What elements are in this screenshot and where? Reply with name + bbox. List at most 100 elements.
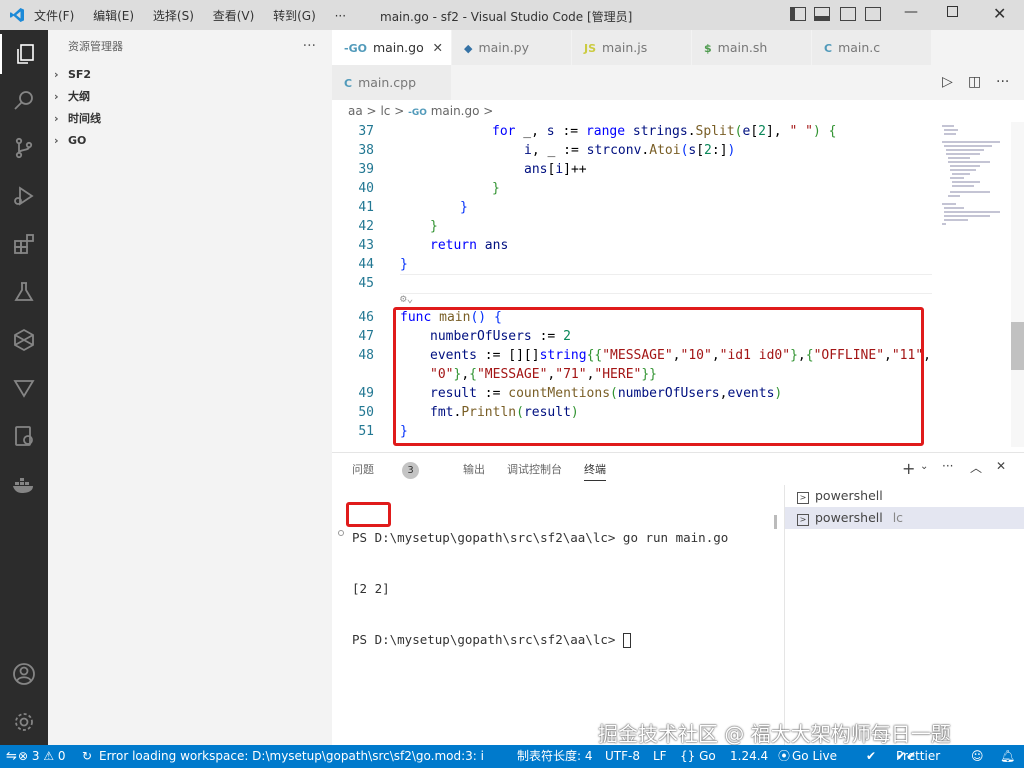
- explorer-sidebar: 资源管理器 ··· › SF2 › 大纲 › 时间线 › GO: [48, 30, 332, 745]
- python-file-icon: ◆: [464, 42, 473, 55]
- maximize-icon[interactable]: [947, 6, 958, 17]
- toggle-sidebar-icon[interactable]: [790, 7, 806, 21]
- breadcrumb-main-go[interactable]: main.go: [431, 104, 480, 118]
- run-file-icon[interactable]: ▷: [942, 74, 953, 90]
- c-file-icon: C: [824, 42, 833, 55]
- code-line: }: [400, 257, 408, 272]
- line-number: 45: [358, 276, 374, 291]
- maximize-panel-icon[interactable]: ︿: [970, 459, 982, 476]
- terminal-item[interactable]: > powershell lc: [785, 507, 1024, 529]
- window-title: main.go - sf2 - Visual Studio Code [管理员]: [380, 10, 633, 24]
- remote-indicator-icon[interactable]: ⇋: [6, 745, 17, 768]
- testing-icon[interactable]: [0, 272, 48, 312]
- terminal-line: [2 2]: [352, 581, 390, 596]
- remote-explorer-icon[interactable]: [0, 320, 48, 360]
- chevron-right-icon: ›: [54, 68, 59, 81]
- docker-icon[interactable]: [0, 464, 48, 504]
- code-lens-icon[interactable]: ⚙⌄: [400, 292, 413, 305]
- code-line: return ans: [430, 238, 509, 253]
- line-number: 47: [358, 329, 374, 344]
- remote-icon[interactable]: [0, 416, 48, 456]
- terminal-cursor: [622, 633, 631, 648]
- panel-tabs: 问题 3 输出 调试控制台 终端: [352, 461, 628, 481]
- terminal-line: PS D:\mysetup\gopath\src\sf2\aa\lc> go r…: [352, 530, 729, 545]
- editor-more-icon[interactable]: ···: [996, 74, 1009, 90]
- terminal-output[interactable]: PS D:\mysetup\gopath\src\sf2\aa\lc> go r…: [352, 495, 728, 682]
- chevron-right-icon: ›: [54, 134, 59, 147]
- toggle-secondary-sidebar-icon[interactable]: [840, 7, 856, 21]
- line-number: 43: [358, 238, 374, 253]
- settings-gear-icon[interactable]: [0, 702, 48, 742]
- gitlens-icon[interactable]: [0, 368, 48, 408]
- tab-terminal[interactable]: 终端: [584, 461, 606, 481]
- status-bar: ⇋ ⊗ 3 ⚠ 0 ↻ Error loading workspace: D:\…: [0, 745, 1024, 768]
- vscode-logo-icon: [0, 7, 34, 23]
- more-actions-icon[interactable]: ···: [303, 38, 316, 54]
- status-eol[interactable]: LF: [653, 745, 667, 768]
- terminal-scrollbar[interactable]: [774, 515, 777, 529]
- section-sf2[interactable]: › SF2: [48, 64, 332, 86]
- section-outline[interactable]: › 大纲: [48, 86, 332, 108]
- breadcrumb-lc[interactable]: lc: [380, 104, 390, 118]
- toggle-panel-icon[interactable]: [814, 7, 830, 21]
- menu-file[interactable]: 文件(F): [34, 9, 74, 23]
- status-go-version[interactable]: 1.24.4: [730, 745, 768, 768]
- close-window-icon[interactable]: ✕: [993, 4, 1006, 23]
- editor-tabs: -GO main.go ✕ ◆ main.py JS main.js $ main.sh…: [332, 30, 1024, 100]
- scrollbar-thumb[interactable]: [1011, 322, 1024, 370]
- status-language[interactable]: {} Go: [680, 745, 716, 768]
- account-icon[interactable]: [0, 654, 48, 694]
- breadcrumb-aa[interactable]: aa: [348, 104, 363, 118]
- menu-go[interactable]: 转到(G): [273, 9, 316, 23]
- customize-layout-icon[interactable]: [865, 7, 881, 21]
- tab-main-cpp[interactable]: Cmain.cpp: [332, 65, 452, 100]
- menu-edit[interactable]: 编辑(E): [93, 9, 134, 23]
- notifications-bell-icon[interactable]: 🔔︎: [1000, 745, 1015, 768]
- section-go[interactable]: › GO: [48, 130, 332, 152]
- tab-output[interactable]: 输出: [463, 461, 485, 481]
- check-icon: ✔: [866, 749, 877, 763]
- editor-scrollbar[interactable]: [1011, 122, 1024, 447]
- status-encoding[interactable]: UTF-8: [605, 745, 640, 768]
- extensions-icon[interactable]: [0, 224, 48, 264]
- golive-icon: ⦿: [778, 749, 791, 763]
- menu-view[interactable]: 查看(V): [213, 9, 255, 23]
- sidebar-title: 资源管理器: [68, 40, 123, 53]
- tab-main-c[interactable]: Cmain.c: [812, 30, 932, 65]
- tab-main-go[interactable]: -GO main.go ✕: [332, 30, 452, 65]
- status-message[interactable]: Error loading workspace: D:\mysetup\gopa…: [99, 745, 483, 768]
- line-number: 38: [358, 143, 374, 158]
- tab-main-py[interactable]: ◆ main.py: [452, 30, 572, 65]
- source-control-icon[interactable]: [0, 128, 48, 168]
- status-go-live[interactable]: Go Live: [792, 745, 837, 768]
- section-timeline[interactable]: › 时间线: [48, 108, 332, 130]
- new-terminal-icon[interactable]: +: [902, 459, 915, 478]
- line-number: 40: [358, 181, 374, 196]
- line-number: 39: [358, 162, 374, 177]
- terminal-item[interactable]: > powershell: [785, 485, 1024, 507]
- problems-count-badge: 3: [402, 462, 419, 479]
- minimize-icon[interactable]: —: [904, 4, 918, 20]
- minimap[interactable]: [940, 122, 1010, 232]
- line-number: 48: [358, 348, 374, 363]
- search-icon[interactable]: [0, 80, 48, 120]
- chevron-down-icon[interactable]: ⌄: [920, 461, 928, 472]
- highlight-box-main-func: [393, 307, 924, 446]
- run-debug-icon[interactable]: [0, 176, 48, 216]
- tab-problems[interactable]: 问题 3: [352, 461, 441, 481]
- status-problems[interactable]: ⊗ 3 ⚠ 0: [18, 745, 66, 768]
- terminal-decoration-icon: [338, 530, 344, 536]
- account-status-icon[interactable]: ☺: [971, 745, 984, 768]
- menu-more[interactable]: ···: [335, 9, 346, 23]
- terminal-line: PS D:\mysetup\gopath\src\sf2\aa\lc>: [352, 631, 728, 648]
- menu-selection[interactable]: 选择(S): [153, 9, 194, 23]
- split-editor-icon[interactable]: ◫: [968, 74, 981, 90]
- tab-debug-console[interactable]: 调试控制台: [507, 461, 562, 481]
- status-indent[interactable]: 制表符长度: 4: [517, 745, 593, 768]
- panel-more-icon[interactable]: ···: [942, 459, 953, 473]
- explorer-icon[interactable]: [0, 34, 48, 74]
- tab-main-js[interactable]: JS main.js: [572, 30, 692, 65]
- close-tab-icon[interactable]: ✕: [433, 30, 443, 65]
- tab-main-sh[interactable]: $ main.sh: [692, 30, 812, 65]
- close-panel-icon[interactable]: ✕: [996, 459, 1006, 473]
